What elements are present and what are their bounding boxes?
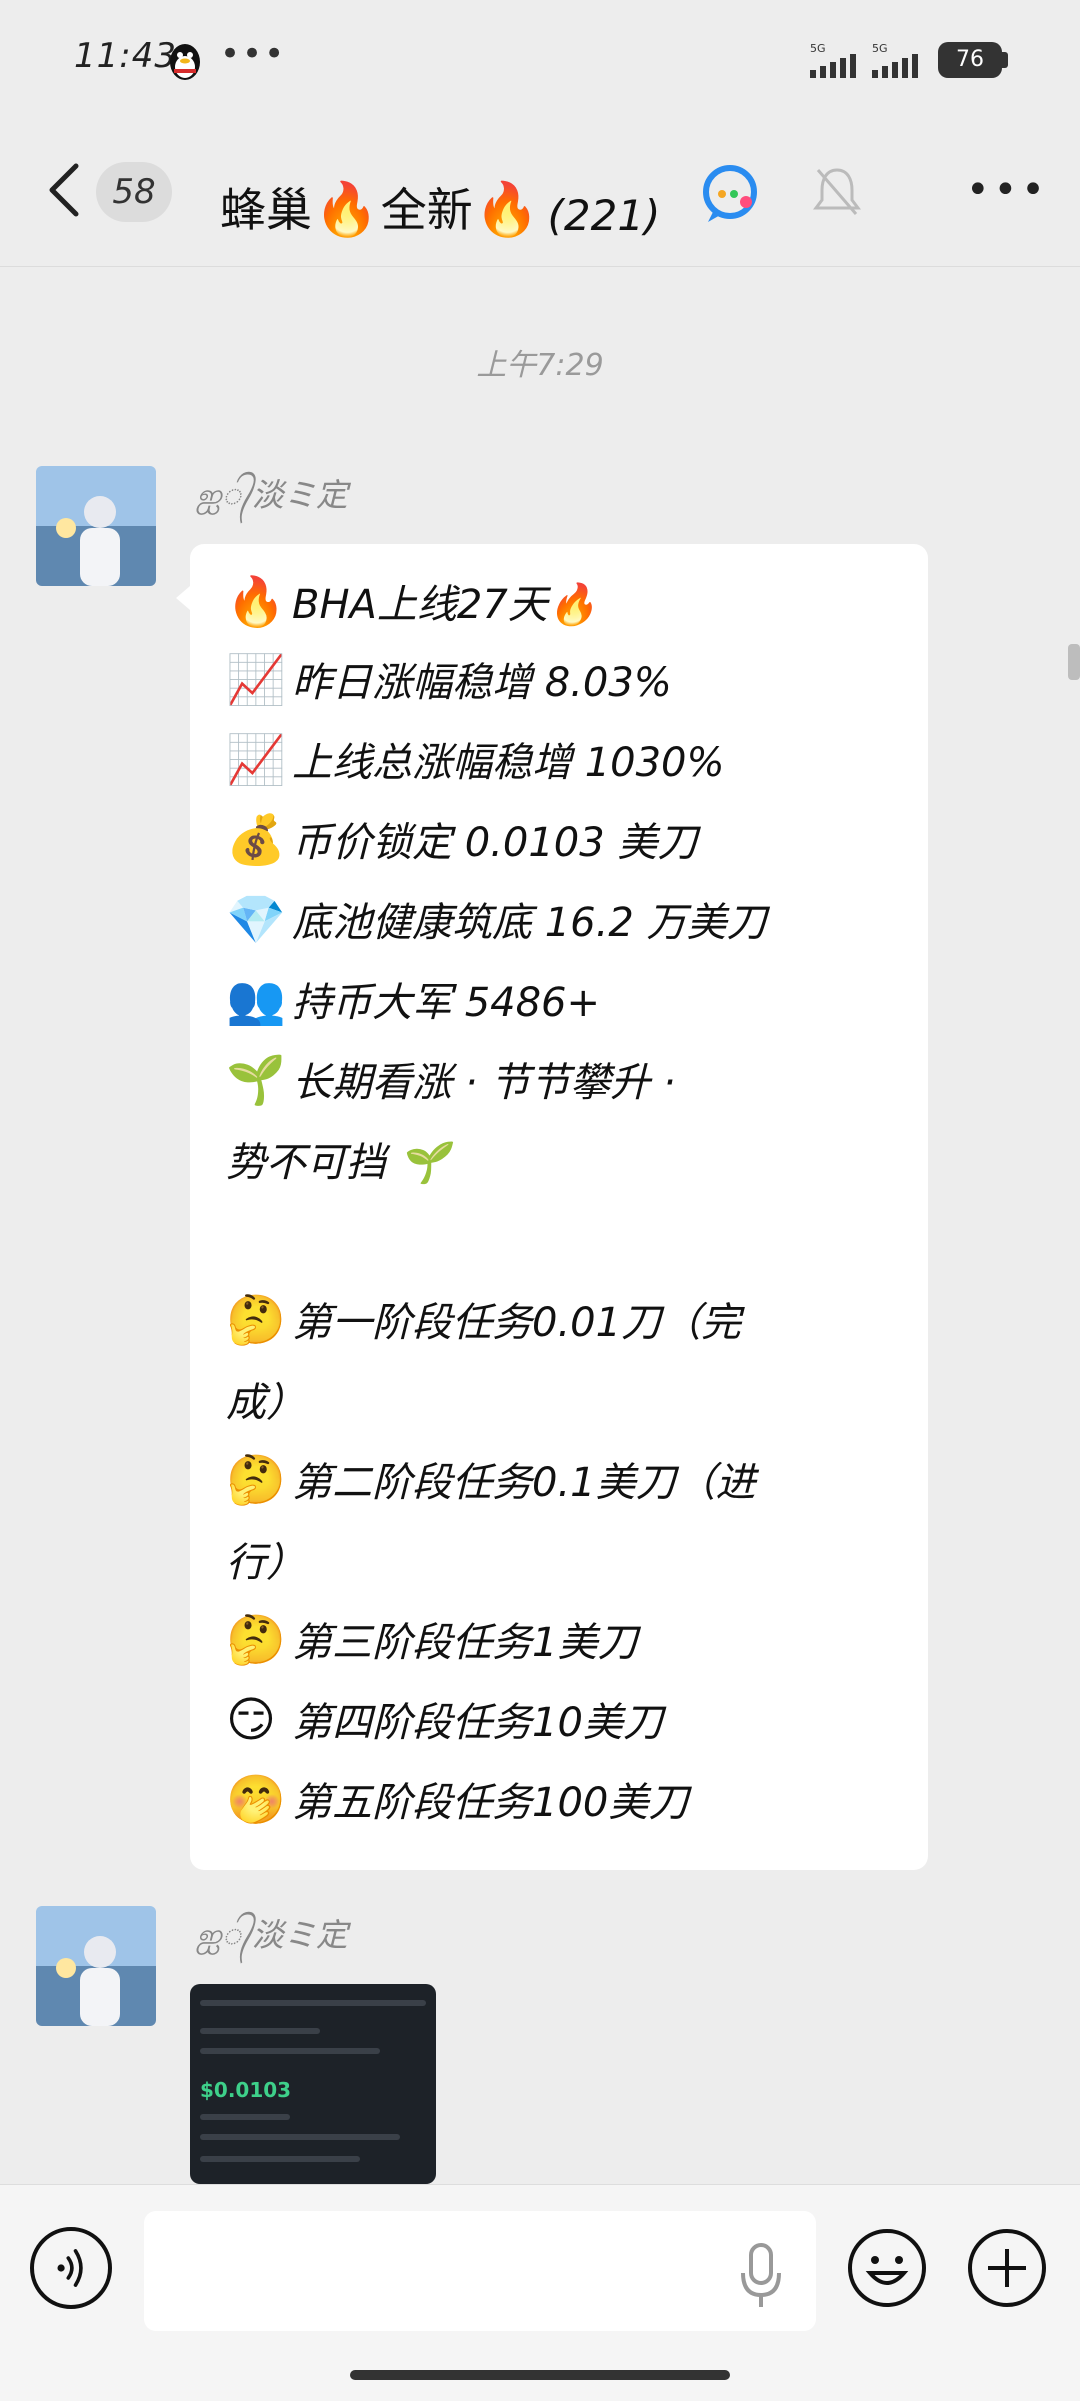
thumbnail-row [200, 2114, 290, 2120]
avatar-image [36, 1906, 156, 2026]
signal-5g-2-icon: 5G [872, 42, 918, 78]
scrollbar-thumb[interactable] [1068, 644, 1080, 680]
line-emoji: 😏 [226, 1692, 277, 1748]
sender-name: ஐ᭄淡ミ定 [196, 1916, 348, 1954]
thumbnail-row [200, 2156, 360, 2162]
qq-penguin-icon [170, 44, 200, 80]
message-line: 🤔 第二阶段任务0.1美刀（进 [226, 1450, 756, 1508]
mute-bell-icon[interactable] [812, 164, 862, 220]
message-line: 👥 持币大军 5486+ [226, 970, 600, 1028]
status-bar: 11:43 ••• 5G 5G 76 [0, 0, 1080, 120]
unread-count-badge[interactable]: 58 [96, 162, 172, 222]
message-timestamp: 上午7:29 [476, 348, 604, 383]
line-emoji: 🤔 [226, 1612, 286, 1668]
message-line: 😏 第四阶段任务10美刀 [226, 1690, 663, 1748]
chat-header: 58 蜂巢 🔥 全新 🔥 (221) ••• [0, 120, 1080, 267]
line-text: BHA上线27天🔥 [292, 582, 598, 628]
message-line: 📈 上线总涨幅稳增 1030% [226, 730, 725, 788]
message-line: 🔥 BHA上线27天🔥 [226, 572, 598, 630]
thumbnail-tabs-bar [200, 2048, 380, 2054]
fire-emoji-2: 🔥 [474, 180, 540, 240]
message-line: 📈 昨日涨幅稳增 8.03% [226, 650, 672, 708]
line-emoji: 🔥 [226, 574, 286, 630]
emoji-smile-icon[interactable] [846, 2227, 928, 2309]
line-text: 上线总涨幅稳增 1030% [292, 740, 725, 786]
thumbnail-header-bar [200, 2000, 426, 2006]
message-line: 🤔 第一阶段任务0.01刀（完 [226, 1290, 741, 1348]
line-text: 第四阶段任务10美刀 [292, 1700, 663, 1746]
more-options-button[interactable]: ••• [966, 170, 1049, 210]
line-emoji: 🤭 [226, 1772, 286, 1828]
line-text: 长期看涨 · 节节攀升 · [292, 1060, 676, 1106]
line-text: 底池健康筑底 16.2 万美刀 [292, 900, 767, 946]
sender-name: ஐ᭄淡ミ定 [196, 476, 348, 514]
group-chat-bubble-icon[interactable] [700, 162, 766, 228]
line-emoji: 💎 [226, 892, 286, 948]
status-notification-dots: ••• [220, 34, 287, 74]
battery-tip [1002, 52, 1008, 68]
message-line: 🤔 第三阶段任务1美刀 [226, 1610, 637, 1668]
input-bar [0, 2184, 1080, 2401]
line-text: 昨日涨幅稳增 8.03% [292, 660, 672, 706]
line-emoji: 👥 [226, 972, 286, 1028]
line-text: 持币大军 5486+ [292, 980, 601, 1026]
avatar-image [36, 466, 156, 586]
svg-text:5G: 5G [810, 42, 826, 55]
message-line: 💰 币价锁定 0.0103 美刀 [226, 810, 697, 868]
fire-emoji: 🔥 [314, 180, 379, 240]
thumbnail-row [200, 2134, 400, 2140]
message-input[interactable] [144, 2211, 816, 2331]
message-line: 🌱 长期看涨 · 节节攀升 · [226, 1050, 676, 1108]
member-count: (221) [547, 191, 661, 240]
message-line: 势不可挡 🌱 [226, 1130, 449, 1188]
line-text: 成） [226, 1380, 306, 1426]
line-emoji: 🌱 [226, 1052, 286, 1108]
line-text: 币价锁定 0.0103 美刀 [292, 820, 698, 866]
line-text: 第三阶段任务1美刀 [292, 1620, 638, 1666]
line-emoji: 🤔 [226, 1452, 286, 1508]
back-arrow-icon[interactable] [44, 160, 84, 220]
line-text: 行） [226, 1540, 306, 1586]
microphone-icon[interactable] [738, 2241, 784, 2311]
line-text: 第二阶段任务0.1美刀（进 [292, 1460, 756, 1506]
message-line: 成） [226, 1370, 306, 1428]
group-title[interactable]: 蜂巢 🔥 全新 🔥 (221) [220, 150, 660, 240]
svg-text:5G: 5G [872, 42, 888, 55]
line-text: 势不可挡 🌱 [226, 1140, 449, 1186]
status-time: 11:43 [74, 36, 177, 76]
thumbnail-price: $0.0103 [200, 2078, 292, 2102]
signal-5g-icon: 5G [810, 42, 856, 78]
group-name-part2: 全新 [380, 183, 473, 237]
group-name-part1: 蜂巢 [220, 183, 312, 237]
sender-avatar[interactable] [36, 1906, 156, 2026]
home-indicator[interactable] [350, 2370, 730, 2380]
line-emoji: 📈 [226, 652, 286, 708]
text-message-bubble[interactable]: 🔥 BHA上线27天🔥 📈 昨日涨幅稳增 8.03% 📈 上线总涨幅稳增 1030% … [176, 544, 928, 1870]
image-message-thumbnail[interactable]: $0.0103 [190, 1984, 436, 2184]
message-line: 💎 底池健康筑底 16.2 万美刀 [226, 890, 767, 948]
plus-icon[interactable] [966, 2227, 1048, 2309]
sender-avatar[interactable] [36, 466, 156, 586]
line-emoji: 🤔 [226, 1292, 286, 1348]
message-line: 🤭 第五阶段任务100美刀 [226, 1770, 688, 1828]
voice-input-toggle-icon[interactable] [30, 2227, 112, 2309]
line-text: 第五阶段任务100美刀 [292, 1780, 689, 1826]
battery-indicator: 76 [938, 42, 1002, 78]
line-emoji: 📈 [226, 732, 286, 788]
line-emoji: 💰 [226, 812, 286, 868]
thumbnail-title-bar [200, 2028, 320, 2034]
message-line: 行） [226, 1530, 306, 1588]
line-text: 第一阶段任务0.01刀（完 [292, 1300, 742, 1346]
